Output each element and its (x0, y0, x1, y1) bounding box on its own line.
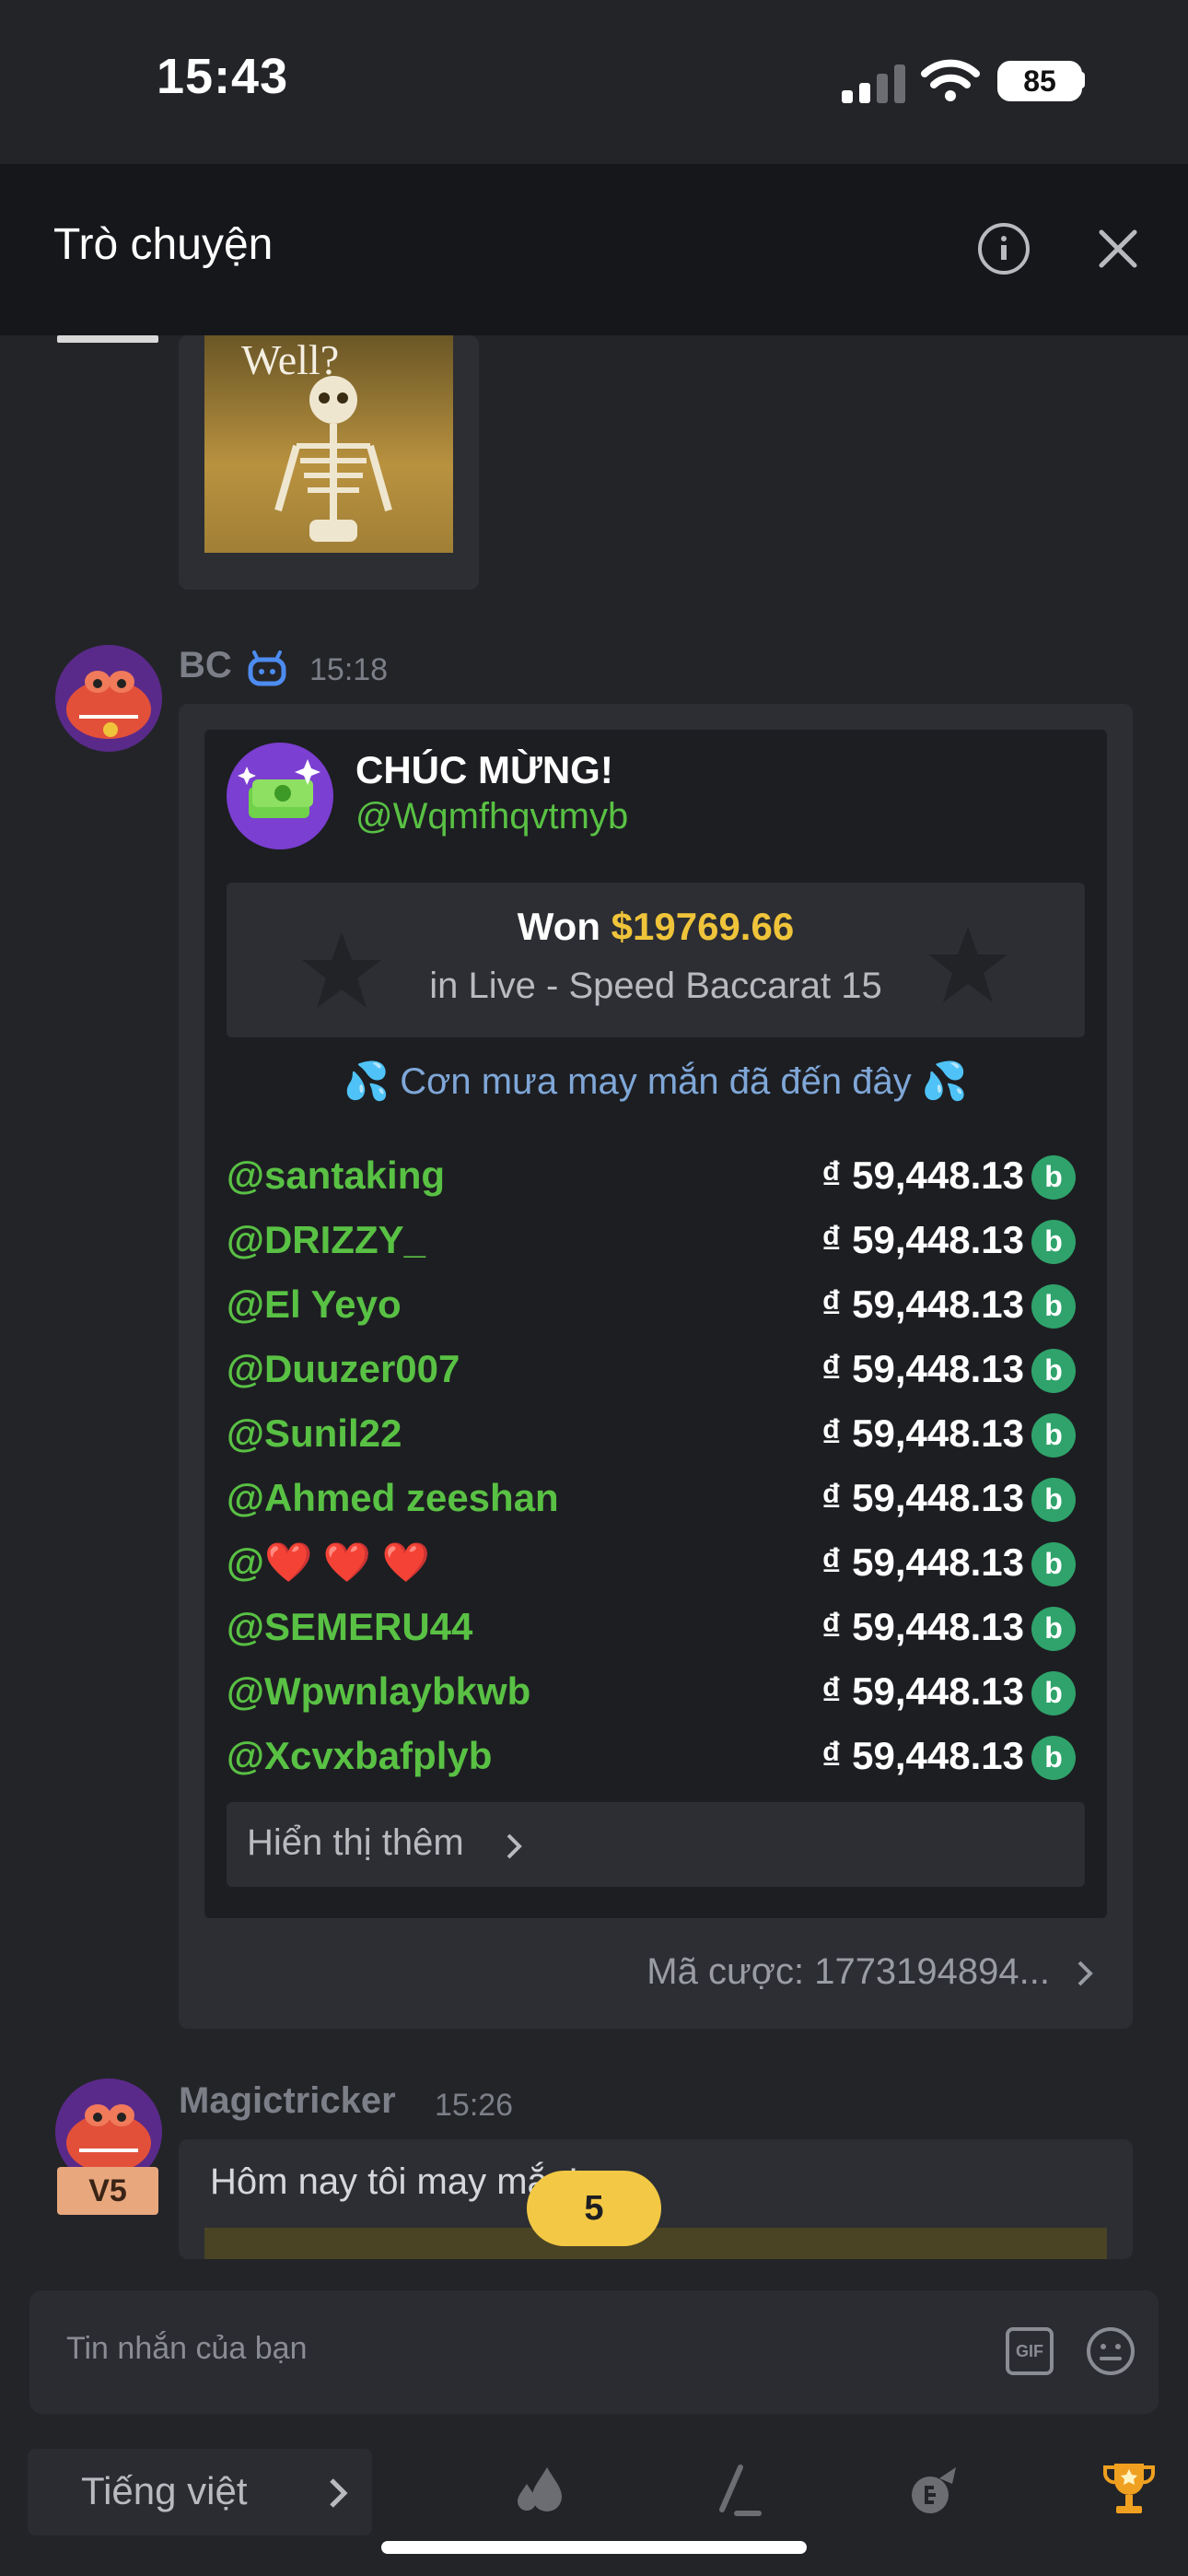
bot-icon (248, 650, 286, 686)
coin-icon (1031, 1542, 1076, 1587)
language-label: Tiếng việt (81, 2469, 248, 2512)
recipient-amount: ₫ 59,448.13 (821, 1476, 1024, 1519)
chevron-right-icon (507, 1833, 522, 1859)
emoji-button[interactable] (1083, 2324, 1138, 2379)
cellular-signal-icon (842, 64, 905, 103)
trophy-icon[interactable] (1101, 2458, 1157, 2519)
coin-icon (1031, 1220, 1076, 1264)
coin-icon (1031, 1413, 1076, 1458)
recipient-amount: ₫ 59,448.13 (821, 1734, 1024, 1777)
wifi-icon (921, 59, 980, 101)
show-more-label: Hiển thị thêm (247, 1822, 464, 1863)
recipient-name[interactable]: @santaking (227, 1153, 445, 1198)
recipient-amount: ₫ 59,448.13 (821, 1669, 1024, 1713)
recipient-name[interactable]: @Xcvxbafplyb (227, 1734, 492, 1778)
skeleton-icon (274, 376, 392, 542)
recipient-amount: ₫ 59,448.13 (821, 1282, 1024, 1326)
won-amount: $19769.66 (611, 905, 795, 948)
recipient-amount: ₫ 59,448.13 (821, 1411, 1024, 1455)
vip-badge: V5 (57, 2167, 158, 2215)
crocodile-avatar-icon (66, 671, 151, 739)
language-button[interactable]: Tiếng việt (28, 2449, 372, 2535)
coin-icon (1031, 1478, 1076, 1522)
rain-avatar (227, 743, 333, 849)
recipient-name[interactable]: @Wpwnlaybkwb (227, 1669, 530, 1714)
money-stack-icon (238, 759, 320, 818)
bet-code[interactable]: Mã cược: 1773194894... (516, 1951, 1050, 1993)
recipient-name[interactable]: @Duuzer007 (227, 1347, 460, 1391)
close-icon (1099, 229, 1137, 268)
page-title: Trò chuyện (53, 220, 274, 269)
recipient-name[interactable]: @SEMERU44 (227, 1605, 472, 1649)
coin-rocket-icon[interactable] (903, 2460, 963, 2521)
game-name: in Live - Speed Baccarat 15 (429, 966, 882, 1006)
win-summary: Won $19769.66 in Live - Speed Baccarat 1… (227, 883, 1085, 1037)
status-time: 15:43 (157, 49, 289, 104)
recipient-name[interactable]: @Sunil22 (227, 1411, 402, 1456)
sender-name[interactable]: BC (179, 645, 232, 686)
recipient-name[interactable]: @Ahmed zeeshan (227, 1476, 559, 1520)
coin-icon (1031, 1349, 1076, 1393)
message-placeholder: Tin nhắn của bạn (66, 2331, 308, 2366)
avatar[interactable] (55, 645, 162, 752)
recipient-name[interactable]: @❤️ ❤️ ❤️ (227, 1540, 430, 1586)
info-icon (1001, 236, 1007, 260)
recipient-amount: ₫ 59,448.13 (821, 1605, 1024, 1648)
winner-username[interactable]: @Wqmfhqvtmyb (355, 796, 628, 837)
recipient-amount: ₫ 59,448.13 (821, 1540, 1024, 1584)
message-image (204, 2228, 1107, 2259)
congrats-title: CHÚC MỪNG! (355, 748, 613, 791)
gif-button[interactable]: GIF (1006, 2327, 1054, 2375)
recipient-name[interactable]: @El Yeyo (227, 1282, 402, 1327)
coin-icon (1031, 1284, 1076, 1329)
chevron-right-icon (330, 2478, 348, 2508)
rain-drops-icon[interactable] (510, 2462, 569, 2521)
coin-icon (1031, 1607, 1076, 1651)
coin-icon (1031, 1155, 1076, 1200)
battery-indicator: 85 (997, 61, 1082, 101)
rain-text: 💦 Cơn mưa may mắn đã đến đây 💦 (344, 1061, 968, 1102)
close-button[interactable] (1092, 223, 1144, 275)
recipient-amount: ₫ 59,448.13 (821, 1218, 1024, 1261)
chevron-right-icon[interactable] (1074, 1957, 1096, 1990)
recipient-name[interactable]: @DRIZZY_ (227, 1218, 425, 1262)
sender-name[interactable]: Magictricker (179, 2080, 396, 2122)
show-more-button[interactable]: Hiển thị thêm (227, 1802, 1085, 1887)
recipient-amount: ₫ 59,448.13 (821, 1347, 1024, 1390)
message-time: 15:18 (309, 652, 389, 687)
message-fragment (57, 335, 158, 343)
message-input[interactable]: Tin nhắn của bạn GIF (29, 2290, 1159, 2414)
message-text: Hôm nay tôi may mắn! (210, 2161, 579, 2202)
coin-icon (1031, 1736, 1076, 1780)
recipient-amount: ₫ 59,448.13 (821, 1153, 1024, 1197)
info-button[interactable] (978, 223, 1030, 275)
gif-image[interactable]: Well? (204, 335, 453, 553)
unread-count-badge[interactable]: 5 (527, 2171, 661, 2246)
won-label: Won (517, 905, 600, 948)
home-indicator (381, 2541, 807, 2554)
command-slash-icon[interactable] (709, 2462, 764, 2521)
battery-tip (1079, 72, 1085, 88)
coin-icon (1031, 1671, 1076, 1715)
message-time: 15:26 (435, 2088, 514, 2123)
